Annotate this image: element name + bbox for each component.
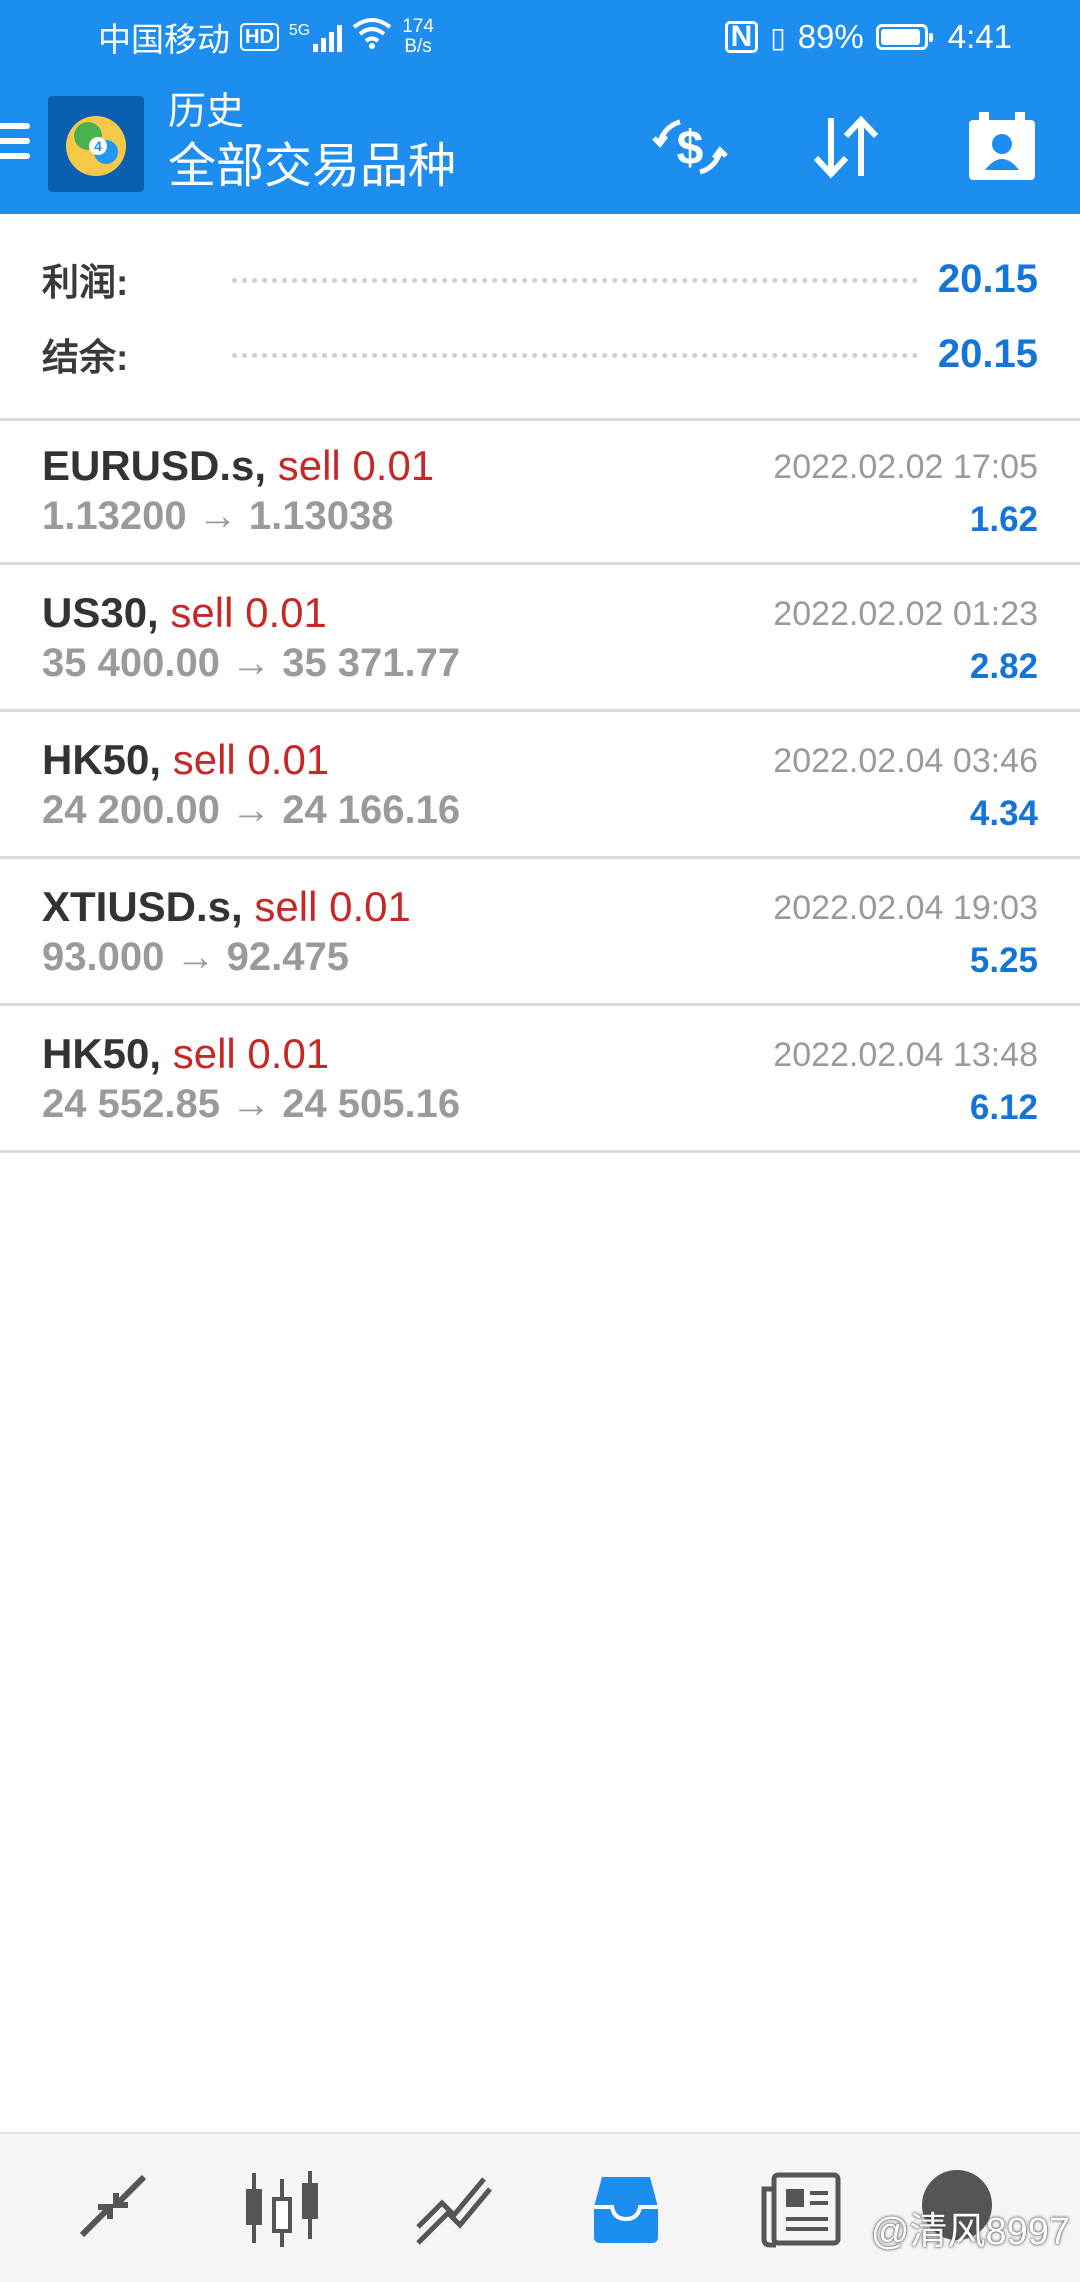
carrier-name: 中国移动 [98, 21, 230, 58]
deal-prices: 24 552.85 → 24 505.16 [42, 1082, 460, 1127]
menu-icon[interactable] [0, 123, 30, 167]
deal-profit: 6.12 [969, 1088, 1038, 1127]
arrow-icon: → [231, 1082, 272, 1126]
svg-text:$: $ [677, 122, 704, 175]
deal-time: 2022.02.02 01:23 [773, 595, 1038, 633]
balance-row: 结余: 20.15 [42, 324, 1038, 384]
app-logo: 4 [48, 96, 144, 192]
summary-panel: 利润: 20.15 结余: 20.15 [0, 214, 1080, 421]
deal-time: 2022.02.04 03:46 [773, 742, 1038, 780]
arrow-icon: → [197, 494, 238, 538]
currency-exchange-icon[interactable]: $ [648, 105, 732, 189]
status-bar: 中国移动 HD 5G 174 B/s N ▯ 89% 4:41 [0, 0, 1080, 72]
network-type: 5G [288, 22, 311, 39]
leader-dots [232, 276, 918, 283]
deal-prices: 1.13200 → 1.13038 [42, 494, 393, 539]
deal-row[interactable]: HK50, sell 0.01 24 200.00 → 24 166.16 20… [0, 712, 1080, 859]
open-price: 24 200.00 [42, 788, 220, 832]
deal-profit: 4.34 [969, 794, 1038, 833]
profit-label: 利润: [42, 262, 129, 303]
deal-row[interactable]: EURUSD.s, sell 0.01 1.13200 → 1.13038 20… [0, 418, 1080, 565]
deal-title: EURUSD.s, sell 0.01 [42, 442, 434, 490]
deal-symbol: US30, [42, 589, 159, 636]
balance-label: 结余: [42, 337, 129, 378]
profit-row: 利润: 20.15 [42, 249, 1038, 309]
leader-dots [232, 351, 918, 358]
deal-row[interactable]: XTIUSD.s, sell 0.01 93.000 → 92.475 2022… [0, 859, 1080, 1006]
close-price: 1.13038 [248, 494, 394, 538]
deal-time: 2022.02.02 17:05 [773, 448, 1038, 486]
close-price: 35 371.77 [282, 641, 461, 685]
trade-icon[interactable] [404, 2164, 504, 2254]
page-title[interactable]: 全部交易品种 [168, 136, 456, 198]
balance-value: 20.15 [937, 331, 1038, 376]
deal-title: US30, sell 0.01 [42, 589, 327, 637]
open-price: 1.13200 [42, 494, 187, 538]
deal-profit: 2.82 [969, 647, 1038, 686]
arrow-icon: → [231, 641, 272, 685]
deal-type: sell 0.01 [172, 736, 330, 783]
news-icon[interactable] [752, 2164, 852, 2254]
deal-prices: 35 400.00 → 35 371.77 [42, 641, 460, 686]
open-price: 24 552.85 [42, 1082, 220, 1126]
deal-list: EURUSD.s, sell 0.01 1.13200 → 1.13038 20… [0, 418, 1080, 1153]
deal-symbol: HK50, [42, 1030, 162, 1077]
deal-symbol: XTIUSD.s, [42, 883, 243, 930]
history-icon[interactable] [576, 2164, 676, 2254]
chart-icon[interactable] [232, 2164, 332, 2254]
deal-profit: 5.25 [969, 941, 1038, 980]
account-icon[interactable] [960, 105, 1044, 189]
deal-symbol: HK50, [42, 736, 162, 783]
signal-icon: 5G [288, 22, 343, 52]
deal-prices: 93.000 → 92.475 [42, 935, 349, 980]
vibrate-icon: ▯ [770, 21, 786, 53]
clock: 4:41 [947, 18, 1012, 55]
sort-icon[interactable] [804, 105, 888, 189]
deal-row[interactable]: HK50, sell 0.01 24 552.85 → 24 505.16 20… [0, 1006, 1080, 1153]
title-block: 历史 全部交易品种 [168, 88, 456, 198]
deal-time: 2022.02.04 19:03 [773, 889, 1038, 927]
deal-type: sell 0.01 [170, 589, 327, 636]
deal-title: XTIUSD.s, sell 0.01 [42, 883, 411, 931]
arrow-icon: → [175, 935, 216, 979]
deal-type: sell 0.01 [277, 442, 435, 489]
quotes-icon[interactable] [60, 2164, 160, 2254]
svg-text:4: 4 [94, 138, 102, 154]
open-price: 93.000 [42, 935, 165, 979]
nfc-icon: N [724, 21, 759, 53]
hd-badge: HD [240, 23, 279, 51]
deal-title: HK50, sell 0.01 [42, 736, 329, 784]
profit-value: 20.15 [937, 256, 1038, 301]
section-title: 历史 [168, 91, 245, 133]
wifi-icon [352, 17, 392, 57]
battery-icon [875, 24, 933, 50]
bottom-nav: @清风8997 [0, 2132, 1080, 2282]
watermark: @清风8997 [870, 2211, 1070, 2253]
deal-time: 2022.02.04 13:48 [773, 1036, 1038, 1074]
deal-prices: 24 200.00 → 24 166.16 [42, 788, 460, 833]
close-price: 24 166.16 [282, 788, 461, 832]
open-price: 35 400.00 [42, 641, 220, 685]
deal-type: sell 0.01 [254, 883, 411, 930]
battery-percent: 89% [797, 18, 864, 55]
deal-row[interactable]: US30, sell 0.01 35 400.00 → 35 371.77 20… [0, 565, 1080, 712]
app-bar: 中国移动 HD 5G 174 B/s N ▯ 89% 4:41 4 历史 全部交… [0, 0, 1080, 214]
deal-type: sell 0.01 [172, 1030, 330, 1077]
network-speed: 174 B/s [402, 16, 434, 57]
close-price: 24 505.16 [282, 1082, 461, 1126]
deal-title: HK50, sell 0.01 [42, 1030, 329, 1078]
deal-profit: 1.62 [969, 500, 1038, 539]
close-price: 92.475 [226, 935, 349, 979]
deal-symbol: EURUSD.s, [42, 442, 267, 489]
arrow-icon: → [231, 788, 272, 832]
